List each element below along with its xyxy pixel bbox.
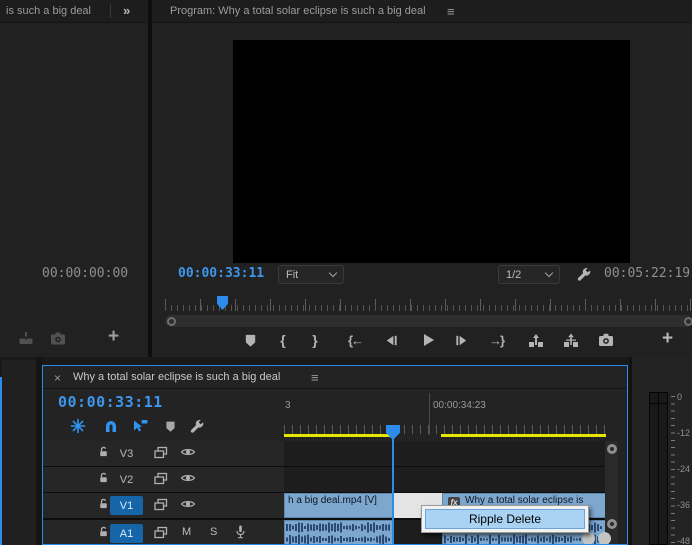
panel-menu-icon[interactable]: ≡ bbox=[447, 4, 455, 19]
playback-resolution-value: 1/2 bbox=[506, 269, 521, 281]
track-row-v2: V2 bbox=[43, 467, 606, 492]
meter-scale-label: -36 bbox=[677, 500, 690, 510]
scrollbar-handle[interactable] bbox=[167, 317, 176, 326]
program-video-frame[interactable] bbox=[233, 40, 630, 263]
button-editor-add-button[interactable]: + bbox=[662, 328, 673, 350]
playback-resolution-dropdown[interactable]: 1/2 bbox=[498, 265, 560, 284]
linked-selection-icon[interactable] bbox=[132, 418, 149, 435]
program-monitor-panel: Program: Why a total solar eclipse is su… bbox=[152, 0, 692, 357]
audio-meter bbox=[649, 392, 668, 545]
source-tab[interactable]: is such a big deal bbox=[6, 5, 91, 17]
sync-lock-icon[interactable] bbox=[153, 445, 169, 461]
snap-icon[interactable] bbox=[103, 418, 120, 435]
meter-scale-label: 0 bbox=[677, 392, 682, 402]
audio-clip-a1-left[interactable] bbox=[284, 520, 393, 545]
source-timecode[interactable]: 00:00:00:00 bbox=[42, 266, 128, 281]
track-target-button[interactable]: A1 bbox=[110, 524, 143, 543]
program-tab[interactable]: Program: Why a total solar eclipse is su… bbox=[170, 5, 426, 17]
playhead-line bbox=[392, 438, 394, 545]
source-panel-header: is such a big deal » bbox=[0, 0, 148, 23]
add-marker-icon[interactable] bbox=[164, 420, 181, 437]
track-visibility-eye-icon[interactable] bbox=[180, 445, 196, 461]
mark-in-button[interactable]: { bbox=[273, 330, 293, 350]
add-marker-button[interactable] bbox=[240, 330, 260, 350]
render-bar bbox=[284, 434, 393, 437]
play-button[interactable] bbox=[418, 330, 438, 350]
track-label[interactable]: V2 bbox=[110, 470, 143, 489]
program-panel-header: Program: Why a total solar eclipse is su… bbox=[152, 0, 692, 23]
export-frame-icon[interactable] bbox=[596, 330, 616, 350]
nest-icon[interactable] bbox=[70, 418, 87, 435]
meter-scale-label: -48 bbox=[677, 536, 690, 545]
program-duration-timecode: 00:05:22:19 bbox=[604, 266, 690, 281]
track-lane-v3[interactable] bbox=[284, 441, 606, 466]
timeline-playhead-timecode[interactable]: 00:00:33:11 bbox=[58, 393, 163, 411]
source-panel: is such a big deal » 00:00:00:00 + bbox=[0, 0, 148, 357]
zoom-level-dropdown[interactable]: Fit bbox=[278, 265, 344, 284]
close-icon[interactable]: × bbox=[54, 371, 61, 385]
sync-lock-icon[interactable] bbox=[153, 471, 169, 487]
scrollbar-handle[interactable] bbox=[607, 519, 617, 529]
scrollbar-handle[interactable] bbox=[684, 317, 692, 326]
scrollbar-handle[interactable] bbox=[607, 444, 617, 454]
timeline-panel: × Why a total solar eclipse is such a bi… bbox=[42, 365, 628, 545]
context-menu: Ripple Delete bbox=[421, 505, 589, 533]
timeline-settings-wrench-icon[interactable] bbox=[189, 418, 206, 435]
button-editor-add-button[interactable]: + bbox=[108, 326, 119, 348]
track-lane-v2[interactable] bbox=[284, 467, 606, 492]
meter-scale-label: -12 bbox=[677, 428, 690, 438]
settings-wrench-icon[interactable] bbox=[576, 266, 592, 285]
scrollbar-handle[interactable] bbox=[598, 532, 611, 545]
panel-overflow-icon[interactable]: » bbox=[123, 3, 129, 18]
premiere-window: is such a big deal » 00:00:00:00 + Pro bbox=[0, 0, 692, 545]
meter-scale-ticks bbox=[671, 396, 675, 544]
mark-out-button[interactable]: } bbox=[305, 330, 325, 350]
insert-icon[interactable] bbox=[18, 331, 34, 346]
voiceover-record-mic-icon[interactable] bbox=[233, 524, 249, 540]
chevron-down-icon bbox=[545, 269, 553, 277]
track-visibility-eye-icon[interactable] bbox=[180, 497, 196, 513]
solo-button[interactable]: S bbox=[210, 526, 217, 538]
export-frame-icon[interactable] bbox=[50, 332, 66, 345]
meter-scale-label: -24 bbox=[677, 464, 690, 474]
mute-button[interactable]: M bbox=[182, 526, 191, 538]
go-to-out-button[interactable]: →} bbox=[486, 330, 506, 350]
program-scrollbar[interactable] bbox=[165, 315, 692, 327]
tools-panel bbox=[2, 360, 36, 545]
sync-lock-icon[interactable] bbox=[153, 497, 169, 513]
menu-item-ripple-delete[interactable]: Ripple Delete bbox=[425, 509, 585, 529]
program-current-timecode[interactable]: 00:00:33:11 bbox=[178, 266, 264, 281]
sync-lock-icon[interactable] bbox=[153, 525, 169, 541]
render-bar bbox=[441, 434, 606, 437]
track-label[interactable]: V3 bbox=[110, 444, 143, 463]
track-visibility-eye-icon[interactable] bbox=[180, 471, 196, 487]
ruler-label: 00:00:34:23 bbox=[433, 400, 486, 411]
chevron-down-icon bbox=[329, 269, 337, 277]
track-row-v3: V3 bbox=[43, 441, 606, 466]
program-time-ruler[interactable] bbox=[165, 297, 692, 312]
timeline-tab[interactable]: Why a total solar eclipse is such a big … bbox=[73, 371, 280, 383]
lift-icon[interactable] bbox=[526, 330, 546, 350]
go-to-in-button[interactable]: {← bbox=[345, 330, 365, 350]
clip-v1-left[interactable]: h a big deal.mp4 [V] bbox=[284, 493, 393, 518]
timeline-vertical-scrollbar[interactable] bbox=[605, 441, 618, 545]
track-target-button[interactable]: V1 bbox=[110, 496, 143, 515]
zoom-level-value: Fit bbox=[286, 269, 298, 281]
ruler-label: 3 bbox=[285, 400, 291, 411]
timeline-header: × Why a total solar eclipse is such a bi… bbox=[43, 366, 627, 389]
panel-menu-icon[interactable]: ≡ bbox=[311, 370, 319, 385]
extract-icon[interactable] bbox=[561, 330, 581, 350]
step-forward-button[interactable] bbox=[451, 330, 471, 350]
audio-meter-panel: 0 -12 -24 -36 -48 bbox=[632, 357, 692, 545]
time-ruler[interactable] bbox=[284, 425, 606, 434]
scrollbar-handle[interactable] bbox=[582, 532, 595, 545]
step-back-button[interactable] bbox=[381, 330, 401, 350]
tab-separator bbox=[110, 4, 111, 18]
